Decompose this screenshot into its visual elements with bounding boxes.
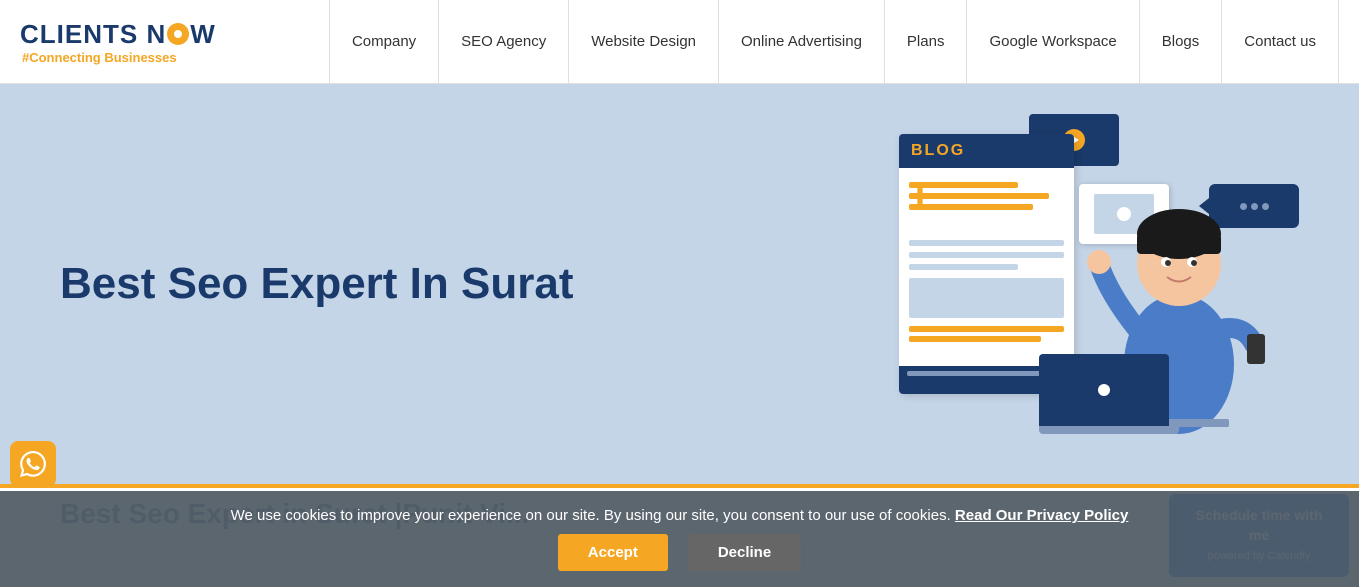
cookie-buttons: Accept Decline	[558, 534, 801, 571]
cookie-message: We use cookies to improve your experienc…	[231, 507, 951, 524]
privacy-link[interactable]: Read Our Privacy Policy	[955, 507, 1128, 524]
hero-title: Best Seo Expert In Surat	[60, 258, 580, 311]
nav-website-design[interactable]: Website Design	[568, 0, 718, 84]
cookie-text: We use cookies to improve your experienc…	[231, 507, 1129, 524]
nav-seo-agency[interactable]: SEO Agency	[438, 0, 568, 84]
whatsapp-icon	[20, 451, 46, 477]
laptop-dot	[1098, 384, 1110, 396]
nav-blogs[interactable]: Blogs	[1139, 0, 1222, 84]
hero-text-area: Best Seo Expert In Surat	[60, 258, 1299, 311]
decline-button[interactable]: Decline	[688, 534, 801, 571]
nav-company[interactable]: Company	[329, 0, 438, 84]
logo-text: CLIENTS NW	[20, 19, 280, 50]
blog-card-header: BLOG	[899, 134, 1074, 168]
nav-google-workspace[interactable]: Google Workspace	[966, 0, 1138, 84]
nav-plans[interactable]: Plans	[884, 0, 967, 84]
laptop-screen	[1039, 354, 1169, 426]
blog-line-gray-1	[909, 240, 1064, 246]
laptop-base	[1039, 426, 1179, 434]
header: CLIENTS NW #Connecting Businesses Compan…	[0, 0, 1359, 84]
accept-button[interactable]: Accept	[558, 534, 668, 571]
nav-online-advertising[interactable]: Online Advertising	[718, 0, 884, 84]
cookie-banner: We use cookies to improve your experienc…	[0, 491, 1359, 587]
main-nav: Company SEO Agency Website Design Online…	[280, 0, 1339, 84]
blog-line-5	[909, 336, 1041, 342]
logo-o-inner	[174, 30, 182, 38]
logo-o-circle	[167, 23, 189, 45]
whatsapp-button[interactable]	[10, 441, 56, 487]
logo-area: CLIENTS NW #Connecting Businesses	[20, 19, 280, 65]
logo-tagline: #Connecting Businesses	[20, 50, 280, 65]
hero-section: Best Seo Expert In Surat BLOG T	[0, 84, 1359, 484]
blog-line-4	[909, 326, 1064, 332]
laptop	[1039, 354, 1179, 444]
blog-card-lines	[909, 178, 1064, 210]
blog-card-letter: T	[909, 178, 931, 214]
nav-contact-us[interactable]: Contact us	[1221, 0, 1339, 84]
